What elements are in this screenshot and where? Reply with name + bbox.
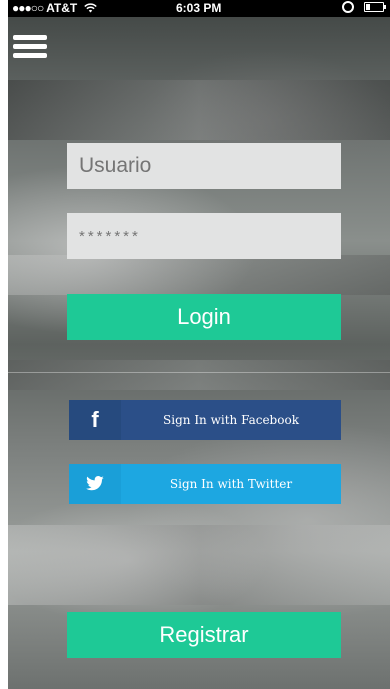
background-divider (8, 372, 390, 373)
battery-icon (364, 1, 386, 12)
menu-bar (13, 53, 47, 58)
facebook-icon: f (69, 400, 121, 440)
facebook-sign-in-button[interactable]: f Sign In with Facebook (69, 400, 341, 440)
status-right (342, 0, 386, 13)
background-books-shade (8, 255, 390, 295)
menu-bar (13, 35, 47, 40)
carrier-info: ●●●○○ AT&T (12, 0, 97, 17)
register-button[interactable]: Registrar (67, 612, 341, 658)
hamburger-menu-icon[interactable] (13, 35, 47, 59)
twitter-sign-in-label: Sign In with Twitter (169, 477, 293, 491)
carrier-name: AT&T (46, 1, 78, 15)
wifi-icon (83, 3, 97, 13)
status-time: 6:03 PM (176, 1, 222, 15)
username-input[interactable] (67, 143, 341, 189)
twitter-bird-icon (69, 464, 121, 504)
login-button[interactable]: Login (67, 294, 341, 340)
background-books-shade (8, 80, 390, 140)
login-screen: ●●●○○ AT&T 6:03 PM Login f Sign In with … (8, 0, 390, 689)
background-books-shade (8, 525, 390, 605)
background-books-shade (8, 360, 390, 390)
menu-bar (13, 44, 47, 49)
status-bar: ●●●○○ AT&T 6:03 PM (8, 0, 390, 17)
twitter-sign-in-button[interactable]: Sign In with Twitter (69, 464, 341, 504)
signal-strength-icon: ●●●○○ (12, 1, 44, 15)
facebook-sign-in-label: Sign In with Facebook (163, 413, 299, 427)
alarm-icon (342, 1, 354, 13)
password-input[interactable] (67, 213, 341, 259)
